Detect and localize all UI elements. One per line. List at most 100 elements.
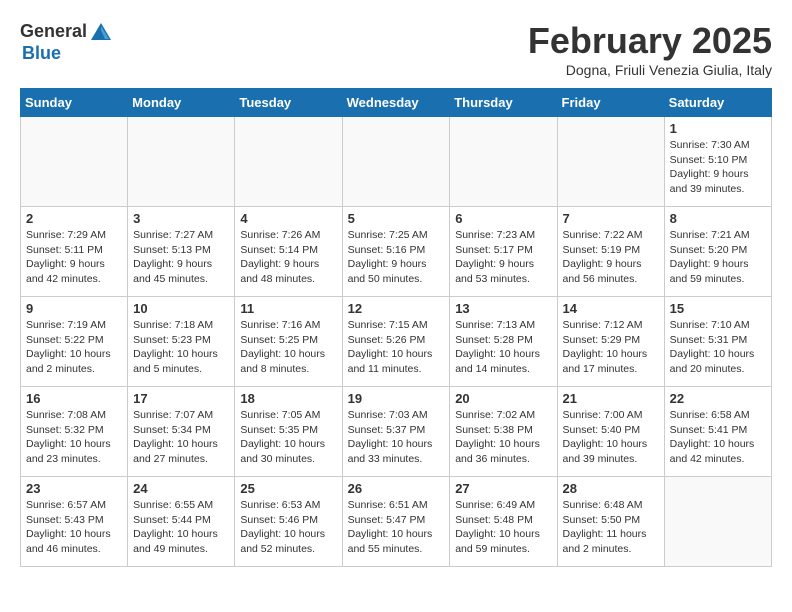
week-row-4: 16 Sunrise: 7:08 AM Sunset: 5:32 PM Dayli… <box>21 387 772 477</box>
day-info: Sunrise: 6:58 AM Sunset: 5:41 PM Dayligh… <box>670 408 766 467</box>
day-cell: 19 Sunrise: 7:03 AM Sunset: 5:37 PM Dayli… <box>342 387 450 477</box>
day-info: Sunrise: 7:23 AM Sunset: 5:17 PM Dayligh… <box>455 228 551 287</box>
day-cell <box>664 477 771 567</box>
week-row-2: 2 Sunrise: 7:29 AM Sunset: 5:11 PM Daylig… <box>21 207 772 297</box>
day-cell: 4Sunrise: 7:26 AM Sunset: 5:14 PM Daylig… <box>235 207 342 297</box>
day-info: Sunrise: 7:13 AM Sunset: 5:28 PM Dayligh… <box>455 318 551 377</box>
day-cell: 27Sunrise: 6:49 AM Sunset: 5:48 PM Dayli… <box>450 477 557 567</box>
calendar-table: SundayMondayTuesdayWednesdayThursdayFrid… <box>20 88 772 567</box>
day-info: Sunrise: 7:30 AM Sunset: 5:10 PM Dayligh… <box>670 138 766 197</box>
column-header-saturday: Saturday <box>664 89 771 117</box>
day-cell: 20 Sunrise: 7:02 AM Sunset: 5:38 PM Dayli… <box>450 387 557 477</box>
day-cell: 25 Sunrise: 6:53 AM Sunset: 5:46 PM Dayli… <box>235 477 342 567</box>
day-info: Sunrise: 7:27 AM Sunset: 5:13 PM Dayligh… <box>133 228 229 287</box>
day-number: 19 <box>348 391 445 406</box>
day-number: 3 <box>133 211 229 226</box>
column-header-friday: Friday <box>557 89 664 117</box>
day-cell: 14 Sunrise: 7:12 AM Sunset: 5:29 PM Dayli… <box>557 297 664 387</box>
column-header-monday: Monday <box>128 89 235 117</box>
day-cell: 9 Sunrise: 7:19 AM Sunset: 5:22 PM Daylig… <box>21 297 128 387</box>
day-cell <box>128 117 235 207</box>
day-number: 8 <box>670 211 766 226</box>
day-number: 18 <box>240 391 336 406</box>
day-cell <box>342 117 450 207</box>
day-cell <box>21 117 128 207</box>
logo: General Blue <box>20 20 113 64</box>
day-number: 25 <box>240 481 336 496</box>
day-number: 26 <box>348 481 445 496</box>
day-info: Sunrise: 7:16 AM Sunset: 5:25 PM Dayligh… <box>240 318 336 377</box>
day-cell: 18 Sunrise: 7:05 AM Sunset: 5:35 PM Dayli… <box>235 387 342 477</box>
day-info: Sunrise: 6:55 AM Sunset: 5:44 PM Dayligh… <box>133 498 229 557</box>
day-info: Sunrise: 7:19 AM Sunset: 5:22 PM Dayligh… <box>26 318 122 377</box>
day-info: Sunrise: 7:21 AM Sunset: 5:20 PM Dayligh… <box>670 228 766 287</box>
logo-icon <box>89 20 113 44</box>
day-number: 24 <box>133 481 229 496</box>
day-info: Sunrise: 7:12 AM Sunset: 5:29 PM Dayligh… <box>563 318 659 377</box>
logo-blue-text: Blue <box>22 44 113 64</box>
day-info: Sunrise: 7:07 AM Sunset: 5:34 PM Dayligh… <box>133 408 229 467</box>
day-number: 17 <box>133 391 229 406</box>
calendar-title: February 2025 <box>528 20 772 62</box>
day-cell <box>450 117 557 207</box>
day-cell: 24 Sunrise: 6:55 AM Sunset: 5:44 PM Dayli… <box>128 477 235 567</box>
day-cell: 10 Sunrise: 7:18 AM Sunset: 5:23 PM Dayli… <box>128 297 235 387</box>
day-number: 13 <box>455 301 551 316</box>
week-row-5: 23 Sunrise: 6:57 AM Sunset: 5:43 PM Dayli… <box>21 477 772 567</box>
column-header-wednesday: Wednesday <box>342 89 450 117</box>
day-cell: 26 Sunrise: 6:51 AM Sunset: 5:47 PM Dayli… <box>342 477 450 567</box>
day-number: 14 <box>563 301 659 316</box>
week-row-1: 1 Sunrise: 7:30 AM Sunset: 5:10 PM Daylig… <box>21 117 772 207</box>
day-cell: 23 Sunrise: 6:57 AM Sunset: 5:43 PM Dayli… <box>21 477 128 567</box>
day-info: Sunrise: 7:02 AM Sunset: 5:38 PM Dayligh… <box>455 408 551 467</box>
day-cell: 28Sunrise: 6:48 AM Sunset: 5:50 PM Dayli… <box>557 477 664 567</box>
day-cell: 17 Sunrise: 7:07 AM Sunset: 5:34 PM Dayli… <box>128 387 235 477</box>
week-row-3: 9 Sunrise: 7:19 AM Sunset: 5:22 PM Daylig… <box>21 297 772 387</box>
day-number: 12 <box>348 301 445 316</box>
day-info: Sunrise: 7:05 AM Sunset: 5:35 PM Dayligh… <box>240 408 336 467</box>
day-number: 1 <box>670 121 766 136</box>
day-info: Sunrise: 7:10 AM Sunset: 5:31 PM Dayligh… <box>670 318 766 377</box>
day-info: Sunrise: 7:29 AM Sunset: 5:11 PM Dayligh… <box>26 228 122 287</box>
day-cell: 12 Sunrise: 7:15 AM Sunset: 5:26 PM Dayli… <box>342 297 450 387</box>
day-cell: 3 Sunrise: 7:27 AM Sunset: 5:13 PM Daylig… <box>128 207 235 297</box>
day-cell: 5 Sunrise: 7:25 AM Sunset: 5:16 PM Daylig… <box>342 207 450 297</box>
day-cell: 8 Sunrise: 7:21 AM Sunset: 5:20 PM Daylig… <box>664 207 771 297</box>
day-number: 20 <box>455 391 551 406</box>
day-number: 2 <box>26 211 122 226</box>
day-number: 11 <box>240 301 336 316</box>
day-number: 4 <box>240 211 336 226</box>
day-cell <box>557 117 664 207</box>
day-number: 6 <box>455 211 551 226</box>
day-info: Sunrise: 6:53 AM Sunset: 5:46 PM Dayligh… <box>240 498 336 557</box>
calendar-subtitle: Dogna, Friuli Venezia Giulia, Italy <box>528 62 772 78</box>
day-number: 28 <box>563 481 659 496</box>
day-cell: 7 Sunrise: 7:22 AM Sunset: 5:19 PM Daylig… <box>557 207 664 297</box>
day-cell: 6 Sunrise: 7:23 AM Sunset: 5:17 PM Daylig… <box>450 207 557 297</box>
day-info: Sunrise: 7:22 AM Sunset: 5:19 PM Dayligh… <box>563 228 659 287</box>
day-number: 21 <box>563 391 659 406</box>
day-info: Sunrise: 7:18 AM Sunset: 5:23 PM Dayligh… <box>133 318 229 377</box>
day-number: 9 <box>26 301 122 316</box>
day-number: 16 <box>26 391 122 406</box>
day-info: Sunrise: 7:15 AM Sunset: 5:26 PM Dayligh… <box>348 318 445 377</box>
column-header-sunday: Sunday <box>21 89 128 117</box>
day-info: Sunrise: 6:57 AM Sunset: 5:43 PM Dayligh… <box>26 498 122 557</box>
day-info: Sunrise: 7:08 AM Sunset: 5:32 PM Dayligh… <box>26 408 122 467</box>
title-area: February 2025 Dogna, Friuli Venezia Giul… <box>528 20 772 78</box>
day-cell: 16 Sunrise: 7:08 AM Sunset: 5:32 PM Dayli… <box>21 387 128 477</box>
day-number: 5 <box>348 211 445 226</box>
header: General Blue February 2025 Dogna, Friuli… <box>20 20 772 78</box>
day-info: Sunrise: 6:49 AM Sunset: 5:48 PM Dayligh… <box>455 498 551 557</box>
day-number: 7 <box>563 211 659 226</box>
day-info: Sunrise: 7:03 AM Sunset: 5:37 PM Dayligh… <box>348 408 445 467</box>
calendar-header-row: SundayMondayTuesdayWednesdayThursdayFrid… <box>21 89 772 117</box>
day-cell <box>235 117 342 207</box>
day-info: Sunrise: 7:25 AM Sunset: 5:16 PM Dayligh… <box>348 228 445 287</box>
day-number: 23 <box>26 481 122 496</box>
day-cell: 13 Sunrise: 7:13 AM Sunset: 5:28 PM Dayli… <box>450 297 557 387</box>
day-number: 22 <box>670 391 766 406</box>
day-cell: 21Sunrise: 7:00 AM Sunset: 5:40 PM Dayli… <box>557 387 664 477</box>
day-number: 10 <box>133 301 229 316</box>
day-info: Sunrise: 6:51 AM Sunset: 5:47 PM Dayligh… <box>348 498 445 557</box>
